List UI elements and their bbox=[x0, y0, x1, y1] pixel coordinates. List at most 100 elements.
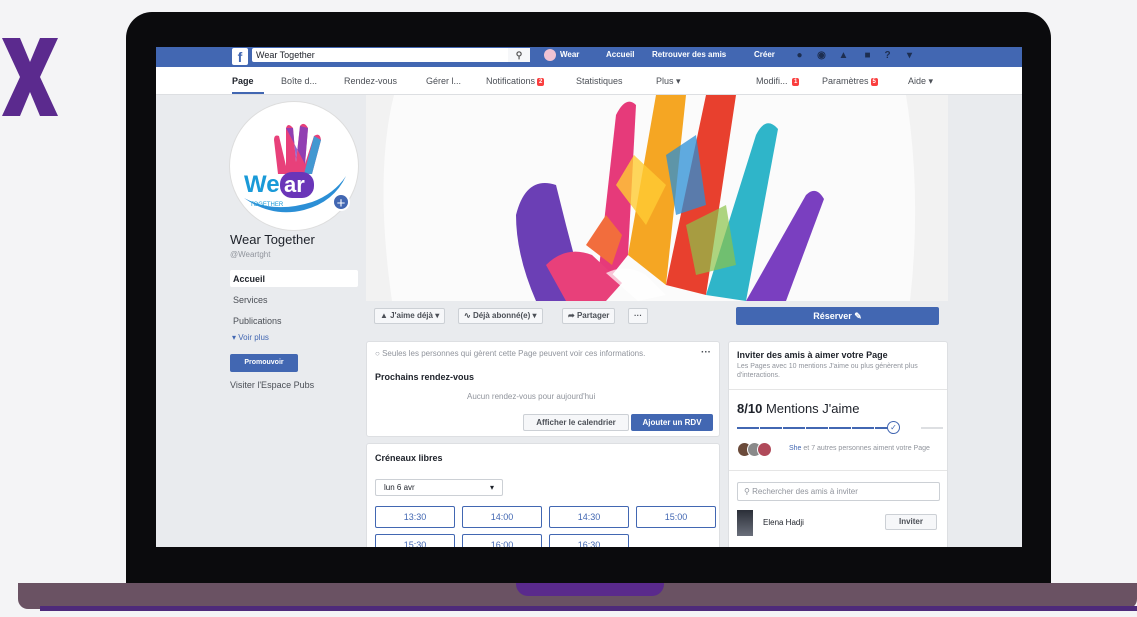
notifications-icon[interactable]: ▲ bbox=[838, 50, 849, 61]
progress-segment bbox=[806, 427, 828, 429]
add-photo-plus-icon[interactable]: + bbox=[332, 193, 350, 212]
chevron-down-icon: ▾ bbox=[232, 333, 237, 342]
follow-button[interactable]: ∿ Déjà abonné(e) ▾ bbox=[458, 308, 543, 324]
tab-edit[interactable]: Modifi... 1 bbox=[756, 76, 800, 86]
check-icon: ✓ bbox=[887, 421, 900, 434]
slot-button[interactable]: 13:30 bbox=[375, 506, 455, 528]
logo-text-together: TOGETHER bbox=[250, 202, 284, 208]
edit-badge: 1 bbox=[792, 78, 800, 86]
tab-inbox[interactable]: Boîte d... bbox=[281, 76, 317, 86]
search-input[interactable]: Wear Together bbox=[252, 48, 528, 62]
friend-name: Elena Hadji bbox=[763, 518, 804, 527]
add-appointment-button[interactable]: Ajouter un RDV bbox=[631, 414, 713, 431]
page-name: Wear Together bbox=[230, 232, 315, 247]
slot-button[interactable]: 14:30 bbox=[549, 506, 629, 528]
tab-notifications-label: Notifications bbox=[486, 76, 536, 86]
sidebar-item-publications[interactable]: Publications bbox=[230, 312, 358, 329]
x-logo-icon bbox=[2, 38, 58, 116]
caret-down-icon[interactable]: ▾ bbox=[904, 50, 915, 61]
profile-link[interactable]: Wear bbox=[560, 50, 579, 59]
see-more-label: Voir plus bbox=[238, 333, 269, 342]
active-tab-indicator bbox=[232, 92, 264, 94]
no-appointments-text: Aucun rendez-vous pour aujourd'hui bbox=[467, 392, 596, 401]
share-label: Partager bbox=[576, 311, 610, 320]
hands-illustration-icon bbox=[366, 95, 948, 301]
stage: f Wear Together ⚲ Wear Accueil Retrouver… bbox=[0, 0, 1137, 617]
tab-help[interactable]: Aide ▾ bbox=[908, 76, 933, 87]
help-icon[interactable]: ? bbox=[882, 50, 893, 61]
progress-segment bbox=[852, 427, 874, 429]
show-calendar-button[interactable]: Afficher le calendrier bbox=[523, 414, 629, 431]
page-tabs: Page Boîte d... Rendez-vous Gérer l... N… bbox=[156, 67, 1022, 95]
divider bbox=[729, 470, 947, 471]
laptop-base-shadow bbox=[40, 606, 1137, 611]
progress-segment bbox=[737, 427, 759, 429]
more-options-button[interactable]: ··· bbox=[628, 308, 648, 324]
tab-insights[interactable]: Statistiques bbox=[576, 76, 623, 86]
friends-icon[interactable]: ● bbox=[794, 50, 805, 61]
avatar[interactable] bbox=[544, 49, 556, 61]
share-button[interactable]: ➦ Partager bbox=[562, 308, 616, 324]
page-handle: @Weartght bbox=[230, 250, 271, 259]
friends-like-rest: et 7 autres personnes aiment votre Page bbox=[801, 445, 930, 452]
tab-edit-label: Modifi... bbox=[756, 76, 788, 86]
cover-photo[interactable] bbox=[366, 95, 948, 301]
slot-button[interactable]: 15:00 bbox=[636, 506, 716, 528]
appointments-title: Prochains rendez-vous bbox=[375, 372, 475, 382]
friend-name-link[interactable]: She bbox=[789, 445, 801, 452]
promote-button[interactable]: Promouvoir bbox=[230, 354, 298, 372]
search-icon: ⚲ bbox=[744, 487, 750, 496]
tab-notifications[interactable]: Notifications 2 bbox=[486, 76, 545, 86]
lock-icon: ○ bbox=[375, 349, 380, 358]
invite-button[interactable]: Inviter bbox=[885, 514, 937, 530]
slot-button[interactable]: 14:00 bbox=[462, 506, 542, 528]
day-select[interactable]: lun 6 avr ▾ bbox=[375, 479, 503, 496]
visit-ads-link[interactable]: Visiter l'Espace Pubs bbox=[230, 380, 314, 390]
find-friends-link[interactable]: Retrouver des amis bbox=[652, 50, 726, 59]
tab-appointments[interactable]: Rendez-vous bbox=[344, 76, 397, 86]
facebook-top-bar: f Wear Together ⚲ Wear Accueil Retrouver… bbox=[156, 47, 1022, 67]
sidebar-item-services[interactable]: Services bbox=[230, 291, 358, 308]
privacy-notice-text: Seules les personnes qui gèrent cette Pa… bbox=[382, 349, 646, 358]
avatar bbox=[737, 510, 753, 536]
tab-page[interactable]: Page bbox=[232, 76, 254, 86]
facebook-logo-icon[interactable]: f bbox=[232, 48, 248, 65]
home-link[interactable]: Accueil bbox=[606, 50, 634, 59]
like-button[interactable]: ▲ J'aime déjà ▾ bbox=[374, 308, 446, 324]
page-switch-icon[interactable]: ■ bbox=[862, 50, 873, 61]
invite-title: Inviter des amis à aimer votre Page bbox=[737, 350, 888, 360]
card-options-button[interactable]: ··· bbox=[701, 347, 711, 358]
tab-manage[interactable]: Gérer l... bbox=[426, 76, 461, 86]
appointments-card: ○ Seules les personnes qui gèrent cette … bbox=[366, 341, 720, 437]
laptop-notch bbox=[516, 583, 664, 596]
friend-search-input[interactable]: ⚲ Rechercher des amis à inviter bbox=[737, 482, 940, 501]
invite-friends-card: Inviter des amis à aimer votre Page Les … bbox=[728, 341, 948, 547]
slot-button[interactable]: 16:00 bbox=[462, 534, 542, 547]
day-select-value: lun 6 avr bbox=[384, 483, 415, 492]
search-icon[interactable]: ⚲ bbox=[508, 48, 530, 62]
progress-segment bbox=[760, 427, 782, 429]
likes-count-value: 8/10 bbox=[737, 401, 763, 416]
like-label: J'aime déjà ▾ bbox=[390, 311, 440, 320]
see-more-link[interactable]: ▾ Voir plus bbox=[232, 333, 269, 342]
screen: f Wear Together ⚲ Wear Accueil Retrouver… bbox=[156, 47, 1022, 547]
tab-settings[interactable]: Paramètres 5 bbox=[822, 76, 878, 86]
slot-button[interactable]: 16:30 bbox=[549, 534, 629, 547]
reserve-button[interactable]: Réserver ✎ bbox=[736, 307, 939, 325]
tab-more[interactable]: Plus ▾ bbox=[656, 76, 681, 87]
likes-count: 8/10 Mentions J'aime bbox=[737, 401, 859, 416]
logo-text-we: We bbox=[244, 171, 280, 198]
logo-text-ar: ar bbox=[284, 172, 305, 197]
free-slots-card: Créneaux libres lun 6 avr ▾ 13:30 14:00 1… bbox=[366, 443, 720, 547]
messenger-icon[interactable]: ◉ bbox=[816, 50, 827, 61]
progress-segment bbox=[921, 427, 943, 429]
create-link[interactable]: Créer bbox=[754, 50, 775, 59]
friend-search-placeholder: Rechercher des amis à inviter bbox=[752, 487, 858, 496]
sidebar-item-home[interactable]: Accueil bbox=[230, 270, 358, 287]
slot-button[interactable]: 15:30 bbox=[375, 534, 455, 547]
thumbs-up-icon: ▲ bbox=[380, 311, 388, 320]
likes-label: Mentions J'aime bbox=[765, 401, 860, 416]
notifications-badge: 2 bbox=[537, 78, 545, 86]
avatar bbox=[757, 442, 772, 457]
divider bbox=[729, 389, 947, 390]
